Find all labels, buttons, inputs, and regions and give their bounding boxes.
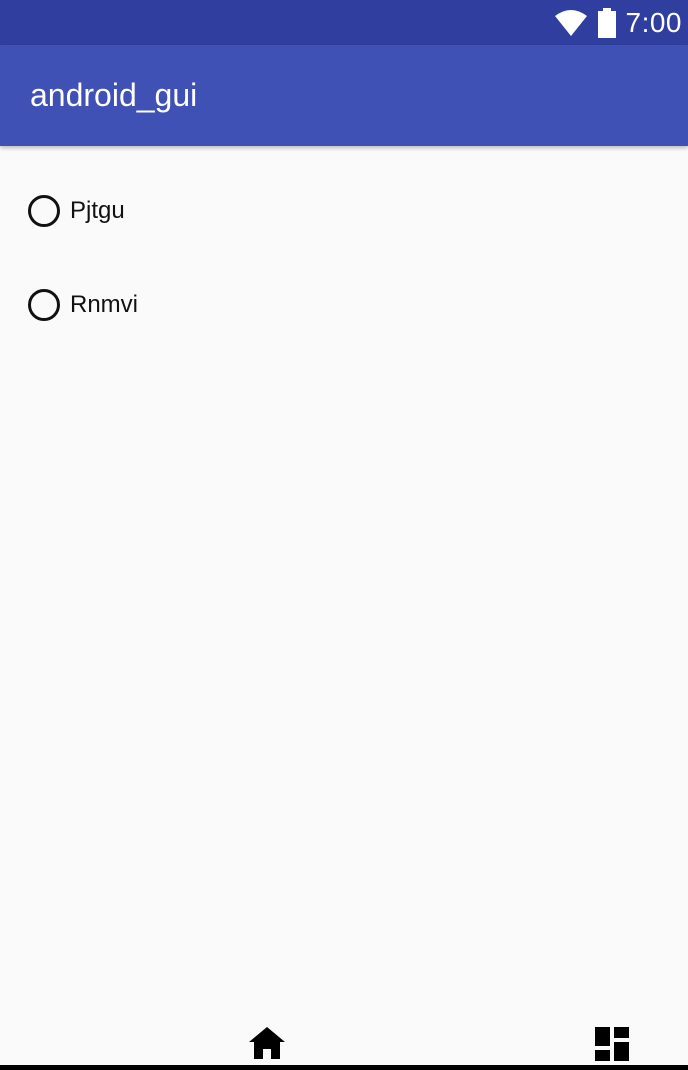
wifi-icon: [554, 9, 587, 36]
battery-icon: [597, 7, 616, 38]
radio-button-unchecked-icon[interactable]: [28, 289, 60, 321]
radio-option-pjtgu[interactable]: Pjtgu: [28, 191, 125, 231]
nav-bar-divider: [0, 1065, 688, 1070]
radio-label: Pjtgu: [70, 197, 125, 224]
status-bar: 7:00: [0, 0, 688, 45]
radio-label: Rnmvi: [70, 291, 139, 318]
app-bar: android_gui: [0, 45, 688, 146]
radio-button-unchecked-icon[interactable]: [28, 195, 60, 227]
navigation-bar: [0, 1000, 688, 1070]
home-icon[interactable]: [249, 1027, 285, 1059]
status-time: 7:00: [625, 6, 682, 38]
app-title: android_gui: [30, 77, 198, 113]
dashboard-icon[interactable]: [595, 1027, 629, 1061]
radio-option-rnmvi[interactable]: Rnmvi: [28, 285, 138, 325]
status-icons: 7:00: [554, 0, 683, 45]
